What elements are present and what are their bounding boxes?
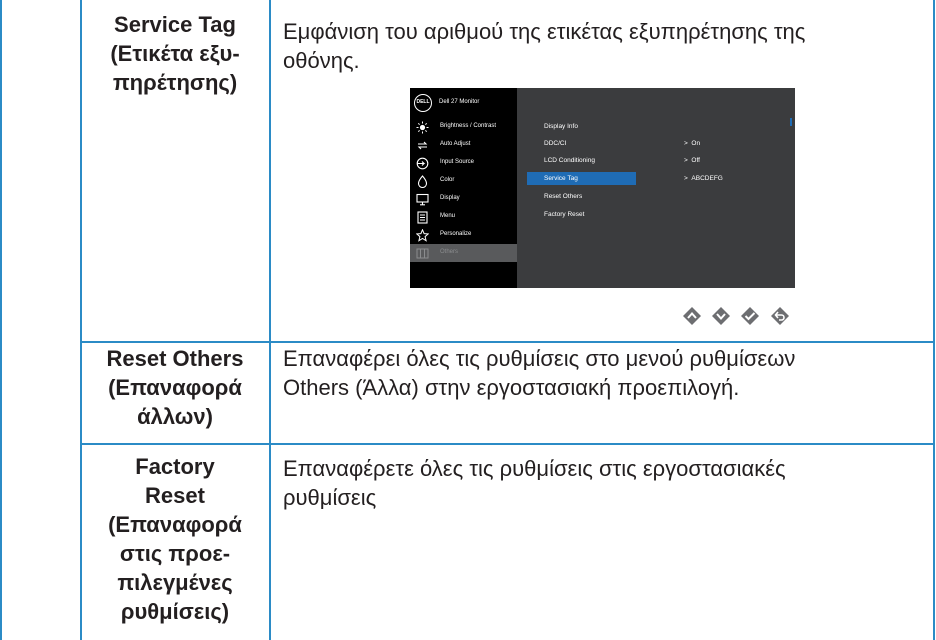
osd-main-menu: DELL Dell 27 Monitor Brightness / Contra… <box>410 88 517 288</box>
osd-value-service-tag: > ABCDEFG <box>684 175 723 182</box>
osd-menu-menu: Menu <box>410 208 517 226</box>
row-divider <box>80 443 935 445</box>
osd-menu-others: Others <box>410 244 517 262</box>
others-icon <box>416 248 429 259</box>
osd-menu-auto-adjust: Auto Adjust <box>410 136 517 154</box>
osd-sub-lcd-conditioning: LCD Conditioning <box>544 157 595 164</box>
osd-sub-display-info: Display Info <box>544 123 578 130</box>
down-icon[interactable] <box>711 306 731 326</box>
osd-menu-brightness: Brightness / Contrast <box>410 118 517 136</box>
desc-service-tag: Εμφάνιση του αριθμού της ετικέτας εξυπηρ… <box>283 19 806 73</box>
table-border-right <box>933 0 935 640</box>
osd-sub-ddc-ci: DDC/CI <box>544 140 567 147</box>
osd-menu-personalize: Personalize <box>410 226 517 244</box>
up-icon[interactable] <box>682 306 702 326</box>
term-reset-others: Reset Others (Επαναφορά άλλων) <box>106 346 244 429</box>
display-icon <box>416 193 429 206</box>
osd-menu-display: Display <box>410 190 517 208</box>
term-service-tag: Service Tag (Ετικέτα εξυ- πηρέτησης) <box>110 12 240 95</box>
menu-icon <box>417 211 428 224</box>
row-divider <box>80 341 935 343</box>
input-source-icon <box>416 157 429 170</box>
dell-logo: DELL <box>414 94 432 112</box>
osd-sub-reset-others: Reset Others <box>544 193 583 200</box>
star-icon <box>416 229 429 242</box>
osd-screenshot: DELL Dell 27 Monitor Brightness / Contra… <box>410 88 795 288</box>
color-icon <box>417 175 428 188</box>
osd-menu-color: Color <box>410 172 517 190</box>
settings-table: Service Tag (Ετικέτα εξυ- πηρέτησης) Εμφ… <box>0 0 936 640</box>
osd-submenu-panel <box>517 88 795 288</box>
osd-sub-factory-reset: Factory Reset <box>544 211 585 218</box>
table-border-col2 <box>269 0 271 640</box>
check-icon[interactable] <box>740 306 760 326</box>
back-icon[interactable] <box>770 306 790 326</box>
brightness-icon <box>416 121 429 134</box>
desc-factory-reset: Επαναφέρετε όλες τις ρυθμίσεις στις εργο… <box>283 456 786 510</box>
osd-menu-input-source: Input Source <box>410 154 517 172</box>
osd-title: Dell 27 Monitor <box>439 99 480 105</box>
osd-scroll-indicator <box>790 118 792 126</box>
auto-adjust-icon <box>417 141 428 150</box>
osd-sub-service-tag: Service Tag <box>544 175 578 182</box>
table-border-left <box>0 0 2 640</box>
osd-value-ddc-ci: > On <box>684 140 701 147</box>
term-factory-reset: Factory Reset (Επαναφορά στις προε- πιλε… <box>108 454 242 624</box>
osd-value-lcd: > Off <box>684 157 700 164</box>
desc-reset-others: Επαναφέρει όλες τις ρυθμίσεις στο μενού … <box>283 346 796 400</box>
